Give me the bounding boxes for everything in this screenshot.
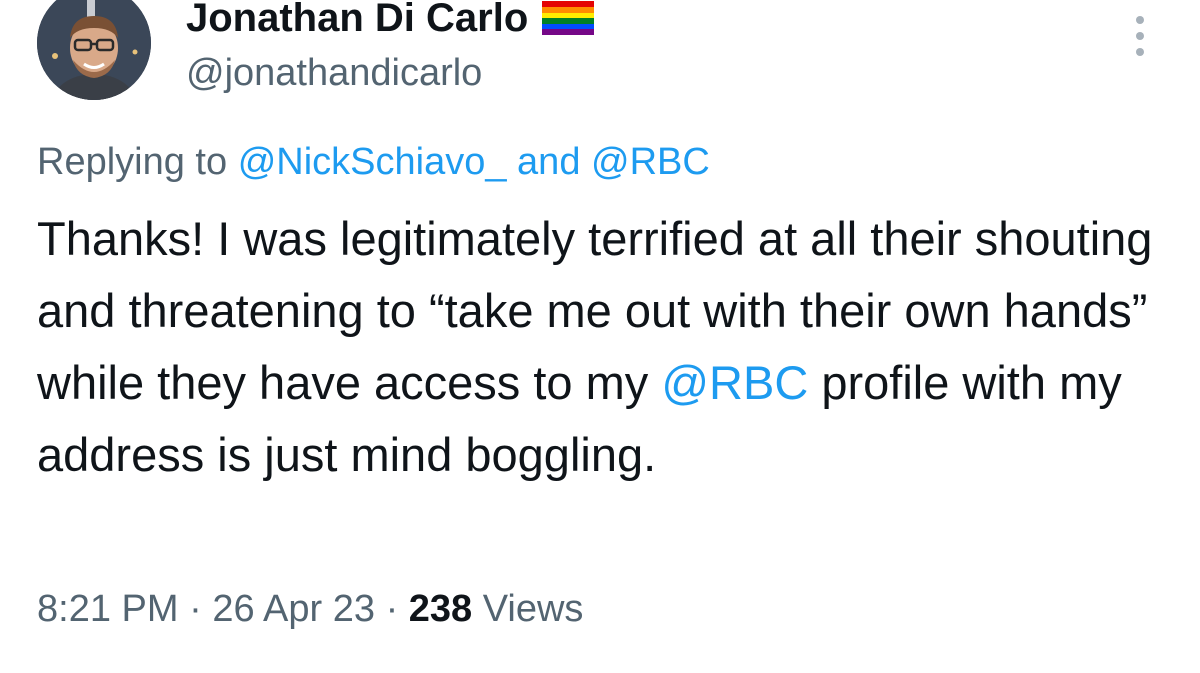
- avatar[interactable]: [37, 0, 151, 100]
- tweet-metadata: 8:21 PM · 26 Apr 23 · 238 Views: [37, 586, 583, 632]
- replying-to-label: Replying to: [37, 141, 228, 183]
- tweet-time[interactable]: 8:21 PM: [37, 588, 179, 630]
- author-handle[interactable]: @jonathandicarlo: [186, 50, 482, 96]
- mention-link-rbc[interactable]: @RBC: [591, 141, 710, 183]
- replying-to-line: Replying to @NickSchiavo_ and @RBC: [37, 139, 710, 185]
- author-name-row[interactable]: Jonathan Di Carlo: [186, 0, 595, 42]
- mention-link-nickschiavo[interactable]: @NickSchiavo_: [238, 141, 507, 183]
- replying-to-joiner: and: [517, 141, 581, 183]
- views-count: 238: [408, 588, 473, 630]
- separator-dot: ·: [385, 588, 399, 630]
- author-display-name[interactable]: Jonathan Di Carlo: [186, 0, 528, 42]
- separator-dot: ·: [189, 588, 202, 630]
- avatar-photo: [37, 0, 151, 100]
- rainbow-flag-icon: [542, 1, 595, 35]
- views-label: Views: [482, 588, 584, 630]
- tweet-text: Thanks! I was legitimately terrified at …: [37, 203, 1177, 491]
- more-vertical-icon[interactable]: [1128, 14, 1152, 58]
- tweet-mention-rbc[interactable]: @RBC: [661, 356, 808, 409]
- tweet-date[interactable]: 26 Apr 23: [212, 588, 375, 630]
